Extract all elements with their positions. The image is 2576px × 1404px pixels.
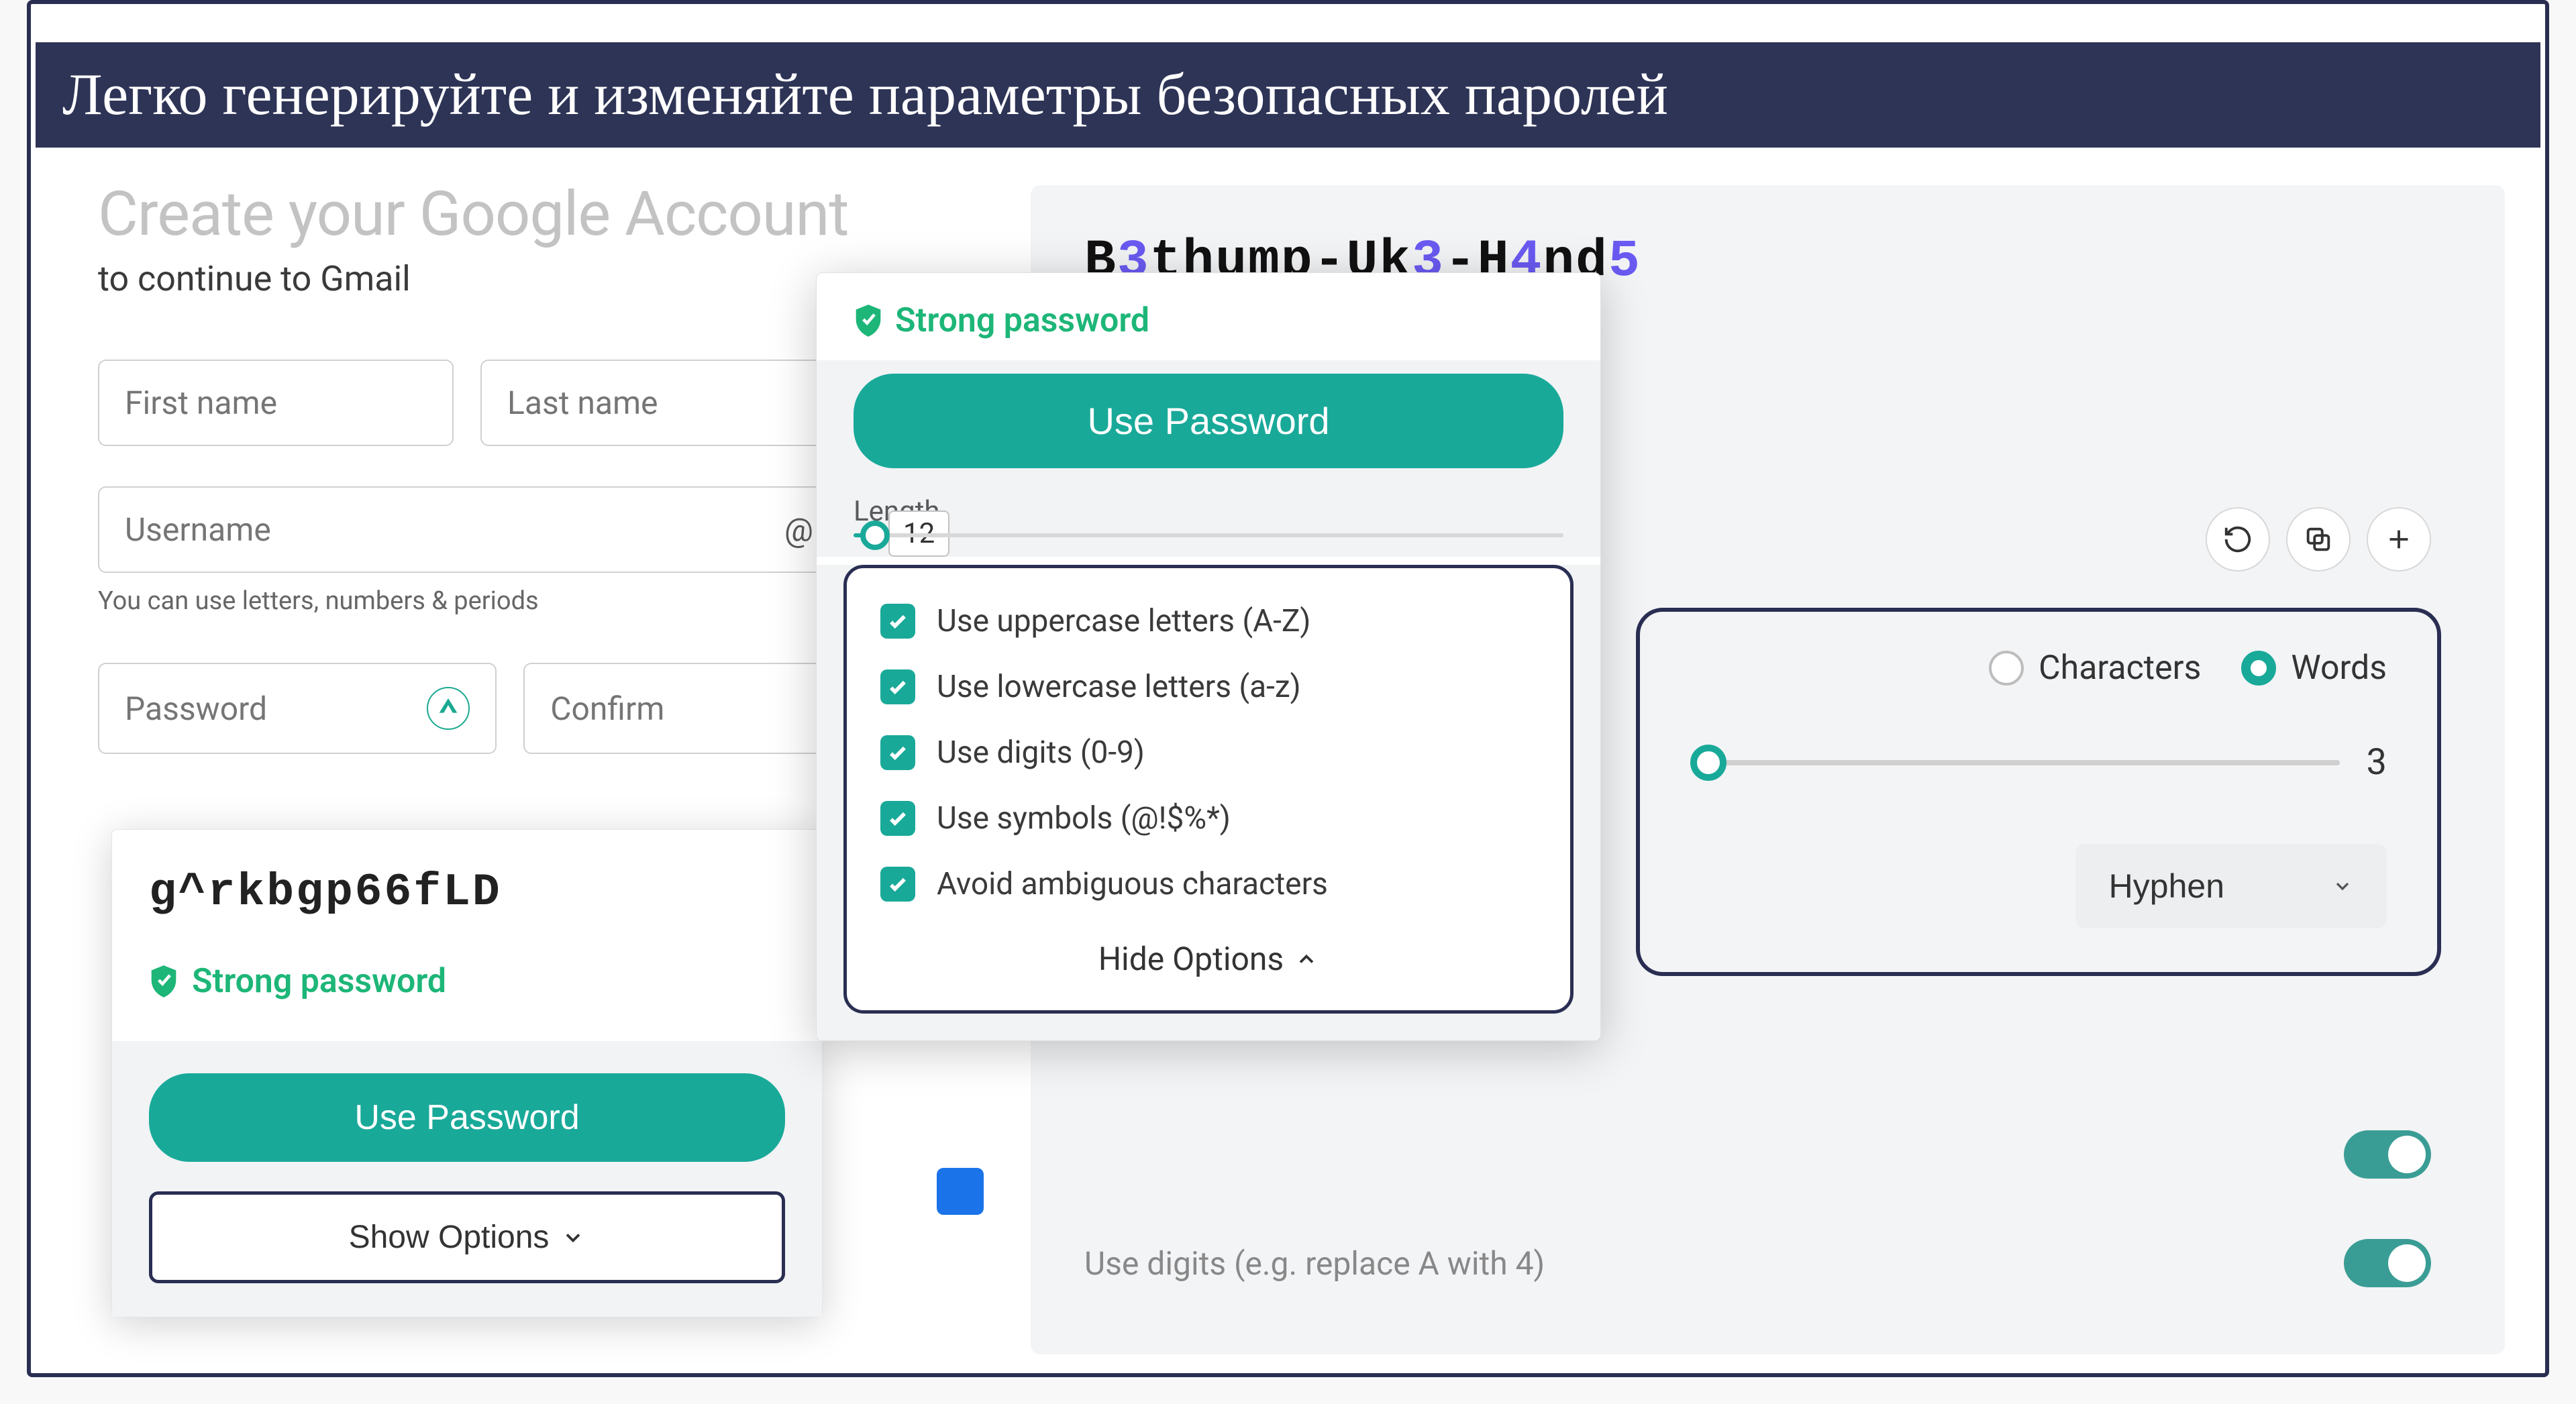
password-popup-center: Strong password Use Password Length 12 U… <box>816 272 1601 1041</box>
options-box: Use uppercase letters (A-Z) Use lowercas… <box>843 565 1574 1014</box>
plus-icon <box>2383 524 2414 555</box>
radio-words[interactable]: Words <box>2241 649 2387 688</box>
generated-password: g^rkbgp66fLD <box>112 830 822 942</box>
last-name-input[interactable]: Last name <box>480 360 836 446</box>
show-options-button[interactable]: Show Options <box>149 1191 785 1283</box>
shield-check-icon <box>854 303 883 338</box>
radio-icon-selected <box>2241 651 2276 686</box>
show-options-label: Show Options <box>349 1219 550 1256</box>
strength-label-center: Strong password <box>895 301 1149 340</box>
refresh-icon <box>2222 524 2253 555</box>
strength-label: Strong password <box>192 962 446 1001</box>
google-title: Create your Google Account <box>98 178 836 250</box>
option-symbols[interactable]: Use symbols (@!$%*) <box>874 786 1543 851</box>
separator-value: Hyphen <box>2109 867 2224 906</box>
slider-thumb[interactable] <box>1690 745 1727 781</box>
hide-options-label: Hide Options <box>1098 940 1284 978</box>
copy-button[interactable] <box>2286 507 2351 572</box>
radio-words-label: Words <box>2291 649 2387 688</box>
toggles-section: Use digits (e.g. replace A with 4) <box>1084 1100 2431 1317</box>
option-ambiguous-label: Avoid ambiguous characters <box>937 866 1328 902</box>
type-radio-row: Characters Words <box>1690 649 2387 688</box>
password-input[interactable]: Password <box>98 663 497 754</box>
length-block: Length 12 <box>817 475 1600 557</box>
checkbox-checked-icon <box>880 801 915 836</box>
caption-banner: Легко генерируйте и изменяйте параметры … <box>34 40 2542 150</box>
use-password-button-center[interactable]: Use Password <box>854 374 1563 468</box>
password-placeholder: Password <box>125 690 267 728</box>
option-uppercase-label: Use uppercase letters (A-Z) <box>937 603 1310 639</box>
radio-icon <box>1989 651 2024 686</box>
option-ambiguous[interactable]: Avoid ambiguous characters <box>874 851 1543 917</box>
radio-characters-label: Characters <box>2039 649 2201 688</box>
slider-thumb[interactable] <box>860 521 890 550</box>
option-digits[interactable]: Use digits (0-9) <box>874 720 1543 786</box>
option-lowercase-label: Use lowercase letters (a-z) <box>937 669 1301 705</box>
word-count-slider[interactable] <box>1690 760 2340 765</box>
toggle-1[interactable] <box>2344 1130 2431 1179</box>
word-options-box: Characters Words 3 Hyphen <box>1636 608 2441 976</box>
chevron-down-icon <box>561 1226 585 1250</box>
toggle-row-2: Use digits (e.g. replace A with 4) <box>1084 1209 2431 1317</box>
google-subtitle: to continue to Gmail <box>98 258 836 299</box>
password-popup-left: g^rkbgp66fLD Strong password Use Passwor… <box>111 829 823 1317</box>
toggle-2[interactable] <box>2344 1239 2431 1287</box>
separator-row: Hyphen <box>1690 844 2387 928</box>
action-buttons <box>2206 507 2431 572</box>
copy-icon <box>2303 524 2334 555</box>
hide-options-button[interactable]: Hide Options <box>874 917 1543 983</box>
word-count-slider-row: 3 <box>1690 741 2387 784</box>
username-helper: You can use letters, numbers & periods <box>98 586 836 616</box>
option-uppercase[interactable]: Use uppercase letters (A-Z) <box>874 588 1543 654</box>
length-slider[interactable] <box>854 533 1563 537</box>
chevron-up-icon <box>1294 947 1319 971</box>
toggle-2-label: Use digits (e.g. replace A with 4) <box>1084 1244 1545 1283</box>
nordpass-icon[interactable] <box>427 687 470 730</box>
checkbox-checked-icon <box>880 604 915 639</box>
strength-row-center: Strong password <box>817 273 1600 360</box>
separator-select[interactable]: Hyphen <box>2075 844 2387 928</box>
radio-characters[interactable]: Characters <box>1989 649 2201 688</box>
blue-element <box>937 1168 984 1215</box>
first-name-input[interactable]: First name <box>98 360 454 446</box>
option-lowercase[interactable]: Use lowercase letters (a-z) <box>874 654 1543 720</box>
toggle-row-1 <box>1084 1100 2431 1209</box>
main-frame: B3thump-Uk3-H4nd5 Characters Words <box>27 0 2549 1377</box>
option-symbols-label: Use symbols (@!$%*) <box>937 800 1231 836</box>
confirm-input[interactable]: Confirm <box>523 663 836 754</box>
checkbox-checked-icon <box>880 735 915 770</box>
checkbox-checked-icon <box>880 669 915 704</box>
refresh-button[interactable] <box>2206 507 2270 572</box>
use-password-button[interactable]: Use Password <box>149 1073 785 1162</box>
word-count-value: 3 <box>2367 741 2387 784</box>
chevron-down-icon <box>2332 875 2353 897</box>
shield-check-icon <box>149 964 178 999</box>
username-input[interactable]: Username <box>98 486 836 573</box>
google-signup-panel: Create your Google Account to continue t… <box>98 178 836 754</box>
add-button[interactable] <box>2367 507 2431 572</box>
at-suffix: @ <box>784 510 813 549</box>
option-digits-label: Use digits (0-9) <box>937 735 1145 771</box>
checkbox-checked-icon <box>880 867 915 902</box>
strength-row: Strong password <box>112 942 822 1041</box>
confirm-placeholder: Confirm <box>550 690 664 728</box>
